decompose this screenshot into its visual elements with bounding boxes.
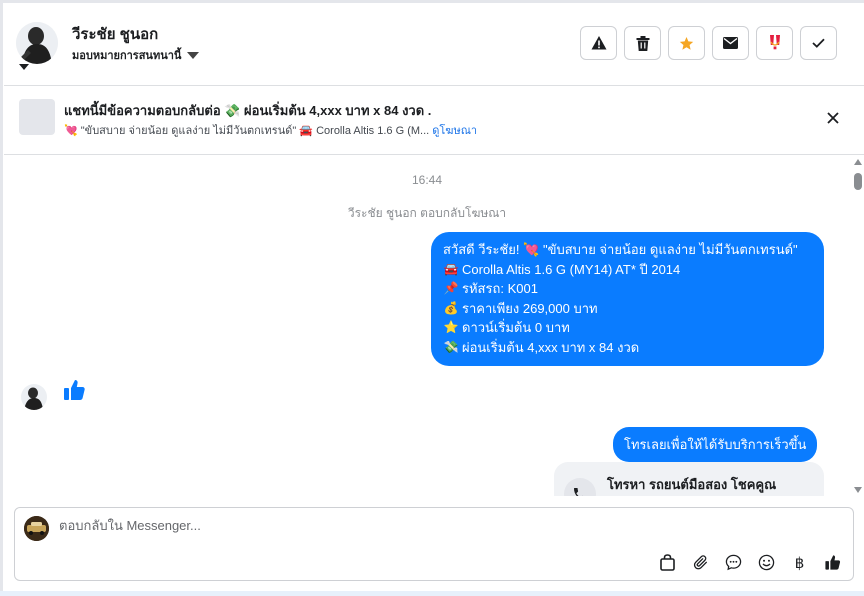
emoji-button[interactable] xyxy=(756,552,777,573)
reply-composer: ฿ xyxy=(14,507,854,581)
ad-line-text: รหัสรถ: K001 xyxy=(462,281,538,296)
ad-line-text: สวัสดี วีระชัย! 💘 "ขับสบาย จ่ายน้อย ดูแล… xyxy=(443,242,798,257)
contact-small-avatar xyxy=(21,384,47,410)
ad-message-line: 💰 ราคาเพียง 269,000 บาท xyxy=(443,299,812,319)
star-emoji-icon: ⭐ xyxy=(443,320,459,334)
ad-line-text: Corolla Altis 1.6 G (MY14) AT* ปี 2014 xyxy=(462,261,681,277)
call-button-card[interactable]: โทรหา รถยนต์มือสอง โชคคูณ xyxy=(554,462,824,496)
composer-tools: ฿ xyxy=(657,552,843,573)
reply-input[interactable] xyxy=(59,518,759,533)
money-bag-emoji-icon: 💰 xyxy=(443,300,459,315)
car-emoji-icon: 🚘 xyxy=(443,261,459,276)
paperclip-icon xyxy=(693,554,707,569)
follow-up-button[interactable] xyxy=(756,26,793,60)
mark-unread-button[interactable] xyxy=(712,26,749,60)
ad-message-bubble[interactable]: สวัสดี วีระชัย! 💘 "ขับสบาย จ่ายน้อย ดูแล… xyxy=(431,232,824,366)
thumbs-up-icon xyxy=(64,380,85,400)
ad-message-line: 🚘 Corolla Altis 1.6 G (MY14) AT* ปี 2014 xyxy=(443,260,812,280)
assign-conversation-dropdown[interactable]: มอบหมายการสนทนานี้ xyxy=(72,46,200,64)
assign-label: มอบหมายการสนทนานี้ xyxy=(72,50,182,62)
ad-message-line: ⭐ ดาวน์เริ่มต้น 0 บาท xyxy=(443,318,812,338)
send-like-button[interactable] xyxy=(822,552,843,573)
ad-message-line: 💸 ผ่อนเริ่มต้น 4,xxx บาท x 84 งวด xyxy=(443,338,812,358)
bottom-strip xyxy=(0,591,864,596)
ad-message-line: 📌 รหัสรถ: K001 xyxy=(443,279,812,299)
flying-money-emoji-icon: 💸 xyxy=(443,339,459,354)
message-timestamp: 16:44 xyxy=(411,173,443,187)
shopping-bag-icon xyxy=(660,554,675,571)
call-card-title: โทรหา รถยนต์มือสอง โชคคูณ xyxy=(607,477,777,492)
baht-icon: ฿ xyxy=(794,553,805,572)
exclamation-icon xyxy=(769,35,780,50)
ad-line-text: ดาวน์เริ่มต้น 0 บาท xyxy=(462,320,570,335)
spam-button[interactable] xyxy=(580,26,617,60)
done-button[interactable] xyxy=(800,26,837,60)
close-icon xyxy=(827,112,839,124)
chevron-down-icon xyxy=(187,51,200,59)
star-icon xyxy=(679,36,694,50)
warning-icon xyxy=(591,36,606,50)
ad-banner-subtitle-text: "ขับสบาย จ่ายน้อย ดูแลง่าย ไม่มีวันตกเทร… xyxy=(80,125,430,137)
attach-button[interactable] xyxy=(690,552,711,573)
call-prompt-bubble[interactable]: โทรเลยเพื่อให้ได้รับบริการเร็วขึ้น xyxy=(613,427,818,462)
envelope-icon xyxy=(723,37,738,49)
pin-emoji-icon: 📌 xyxy=(443,281,459,295)
heart-emoji-icon: 💘 xyxy=(64,125,78,137)
phone-icon xyxy=(574,488,583,496)
ad-reply-banner: แชทนี้มีข้อความตอบกลับต่อ 💸 ผ่อนเริ่มต้น… xyxy=(4,87,864,155)
thread-scrollbar[interactable] xyxy=(852,156,864,496)
scroll-up-icon[interactable] xyxy=(854,159,862,165)
ad-banner-subtitle: 💘 "ขับสบาย จ่ายน้อย ดูแลง่าย ไม่มีวันตกเ… xyxy=(64,121,477,139)
saved-replies-button[interactable] xyxy=(723,552,744,573)
star-button[interactable] xyxy=(668,26,705,60)
ad-line-text: ราคาเพียง 269,000 บาท xyxy=(462,300,598,316)
shop-bag-button[interactable] xyxy=(657,552,678,573)
view-ad-link[interactable]: ดูโฆษณา xyxy=(432,125,477,137)
payment-button[interactable]: ฿ xyxy=(789,552,810,573)
thumbs-up-icon xyxy=(825,555,841,570)
scroll-thumb[interactable] xyxy=(854,173,862,190)
ad-line-text: ผ่อนเริ่มต้น 4,xxx บาท x 84 งวด xyxy=(462,339,640,355)
contact-avatar-wrap[interactable] xyxy=(16,22,58,72)
delete-button[interactable] xyxy=(624,26,661,60)
thumbs-up-message[interactable] xyxy=(62,378,86,402)
ad-message-line: สวัสดี วีระชัย! 💘 "ขับสบาย จ่ายน้อย ดูแล… xyxy=(443,240,812,260)
header-actions xyxy=(580,26,837,60)
page-avatar xyxy=(24,516,49,541)
trash-icon xyxy=(636,35,649,51)
smiley-icon xyxy=(758,554,775,571)
contact-avatar[interactable] xyxy=(16,22,58,64)
chat-bubble-icon xyxy=(725,554,742,571)
avatar-caret-icon xyxy=(19,64,29,70)
system-note: วีระชัย ชูนอก ตอบกลับโฆษณา xyxy=(347,206,507,220)
scroll-down-icon[interactable] xyxy=(854,487,862,493)
check-icon xyxy=(812,38,825,48)
conversation-header: วีระชัย ชูนอก มอบหมายการสนทนานี้ xyxy=(4,4,864,86)
close-banner-button[interactable] xyxy=(824,109,842,127)
contact-name: วีระชัย ชูนอก xyxy=(72,26,159,43)
ad-thumbnail xyxy=(19,99,55,135)
phone-icon-wrap xyxy=(564,478,596,496)
message-thread[interactable]: 16:44 วีระชัย ชูนอก ตอบกลับโฆษณา สวัสดี … xyxy=(4,156,850,496)
ad-banner-title: แชทนี้มีข้อความตอบกลับต่อ 💸 ผ่อนเริ่มต้น… xyxy=(64,103,432,118)
